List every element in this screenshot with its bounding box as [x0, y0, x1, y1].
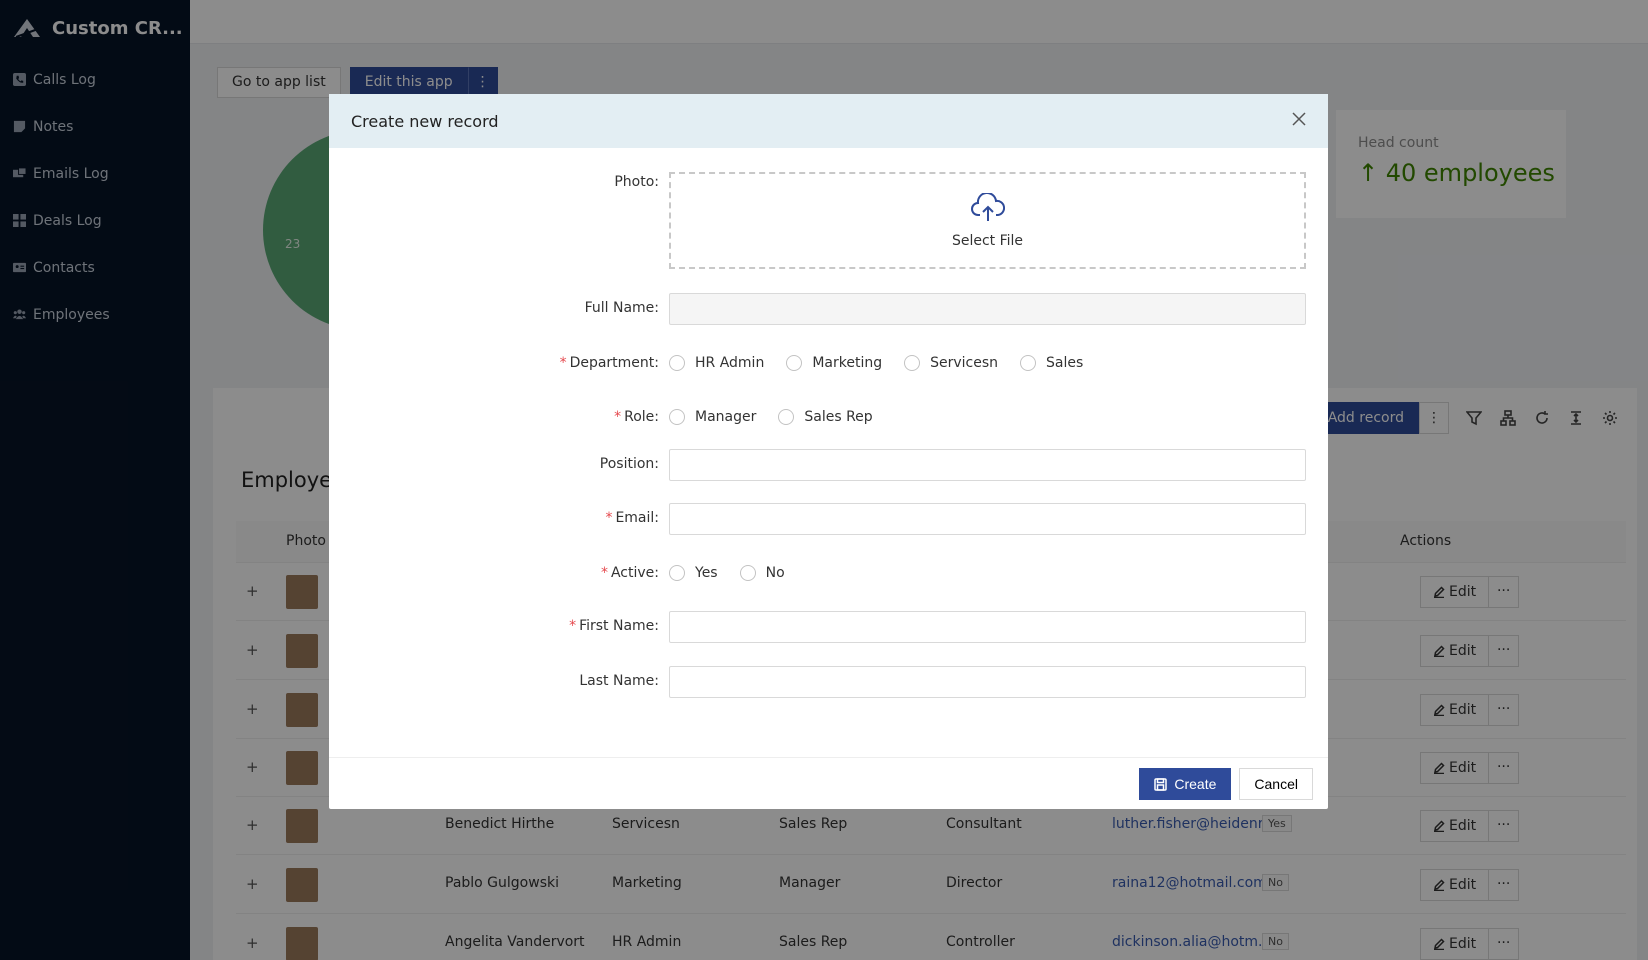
modal-header: Create new record — [329, 94, 1328, 148]
cancel-button[interactable]: Cancel — [1239, 768, 1313, 800]
department-radio-sales[interactable]: Sales — [1020, 355, 1083, 371]
modal-footer-buttons: Create Cancel — [1139, 768, 1313, 800]
active-label: * Active: — [600, 565, 659, 581]
role-radio-group: Manager Sales Rep — [669, 409, 895, 425]
photo-upload-dropzone[interactable]: Select File — [669, 172, 1306, 269]
role-radio-manager[interactable]: Manager — [669, 409, 756, 425]
cloud-upload-icon — [970, 192, 1005, 221]
last-name-label: Last Name: — [579, 673, 659, 689]
active-radio-yes[interactable]: Yes — [669, 565, 718, 581]
photo-label: Photo: — [614, 174, 659, 190]
full-name-label: Full Name: — [584, 300, 659, 316]
save-icon — [1154, 777, 1168, 791]
role-label: * Role: — [614, 409, 659, 425]
department-label: * Department: — [559, 355, 659, 371]
department-radio-hr-admin[interactable]: HR Admin — [669, 355, 764, 371]
department-radio-servicesn[interactable]: Servicesn — [904, 355, 998, 371]
first-name-label: * First Name: — [569, 618, 659, 634]
create-button[interactable]: Create — [1139, 768, 1232, 800]
close-icon[interactable] — [1292, 112, 1310, 130]
role-radio-sales-rep[interactable]: Sales Rep — [778, 409, 873, 425]
position-field[interactable] — [669, 449, 1306, 481]
email-label: * Email: — [605, 510, 659, 526]
first-name-field[interactable] — [669, 611, 1306, 643]
department-radio-group: HR Admin Marketing Servicesn Sales — [669, 355, 1105, 371]
create-button-label: Create — [1174, 776, 1217, 792]
email-field[interactable] — [669, 503, 1306, 535]
select-file-label: Select File — [951, 232, 1024, 249]
create-record-modal: Create new record Photo: Select File Ful… — [329, 94, 1328, 809]
modal-title: Create new record — [351, 111, 499, 131]
full-name-field — [669, 293, 1306, 325]
department-radio-marketing[interactable]: Marketing — [786, 355, 882, 371]
active-radio-group: Yes No — [669, 565, 807, 581]
active-radio-no[interactable]: No — [739, 565, 785, 581]
modal-footer: Create Cancel — [329, 757, 1328, 809]
last-name-field[interactable] — [669, 666, 1306, 698]
position-label: Position: — [599, 456, 659, 472]
